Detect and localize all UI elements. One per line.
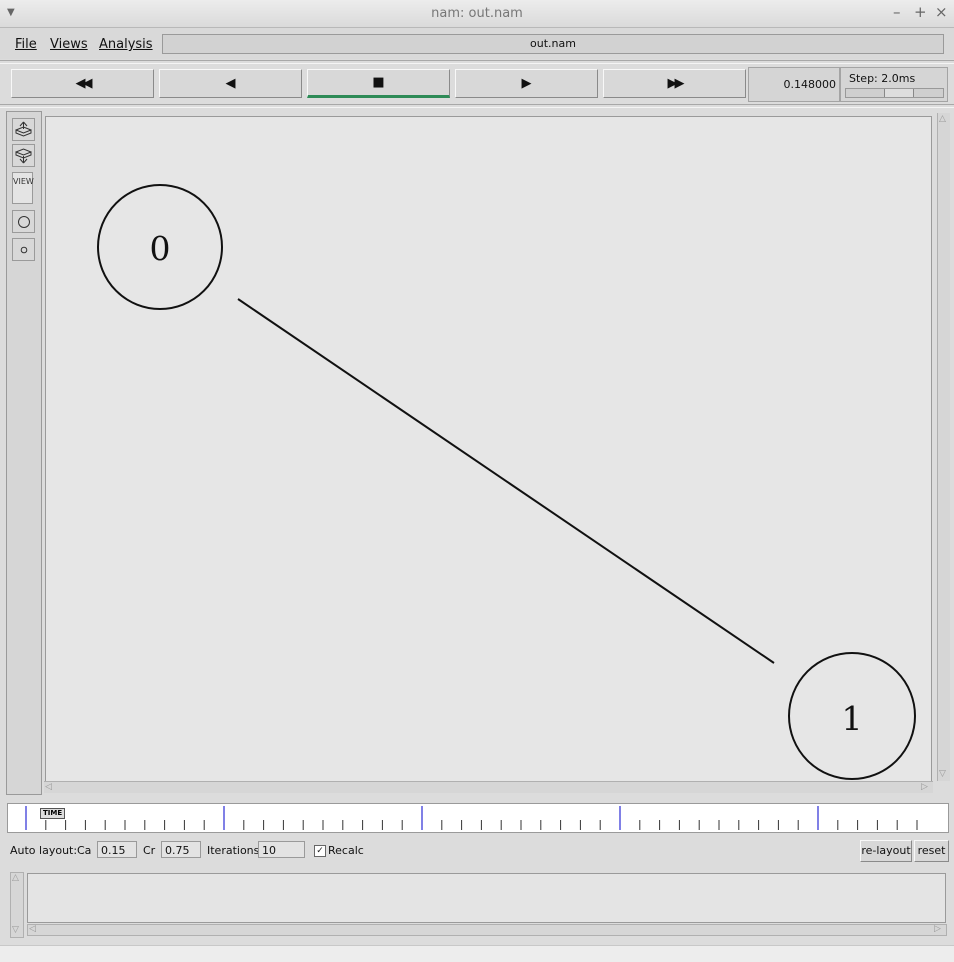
rewind-button[interactable]: ◀◀ — [11, 69, 154, 98]
network-graph: 0 1 — [97, 184, 916, 780]
current-time: 0.148000 — [783, 78, 837, 91]
stop-icon: ■ — [372, 75, 385, 90]
backward-play-button[interactable]: ◀ — [159, 69, 302, 98]
iterations-label: Iterations — [207, 844, 260, 857]
divider — [0, 60, 954, 64]
zoom-in-button[interactable] — [12, 118, 35, 141]
left-toolbar: VIEW — [6, 111, 42, 795]
node-1-label: 1 — [842, 699, 863, 738]
play-button[interactable]: ▶ — [455, 69, 598, 98]
zoom-out-button[interactable] — [12, 144, 35, 167]
scroll-right-icon[interactable]: ▷ — [921, 783, 928, 792]
node-0-label: 0 — [150, 229, 171, 268]
view-label[interactable]: VIEW — [12, 172, 34, 204]
title-bar: ▼ nam: out.nam – + × — [0, 0, 954, 28]
annotation-panel[interactable] — [27, 873, 946, 923]
stop-button[interactable]: ■ — [307, 69, 450, 98]
step-slider-thumb[interactable] — [884, 89, 914, 97]
canvas-horizontal-scrollbar[interactable]: ◁ ▷ — [44, 781, 933, 793]
auto-layout-label: Auto layout: — [10, 844, 78, 857]
close-icon[interactable]: × — [935, 4, 948, 20]
ca-input[interactable]: 0.15 — [97, 841, 137, 858]
cr-input[interactable]: 0.75 — [161, 841, 201, 858]
scroll-right-icon[interactable]: ▷ — [934, 925, 941, 934]
window-title: nam: out.nam — [431, 6, 523, 21]
step-label: Step: 2.0ms — [849, 72, 916, 85]
time-marker[interactable]: TIME — [40, 808, 66, 819]
scroll-left-icon[interactable]: ◁ — [29, 925, 36, 934]
file-name-display: out.nam — [162, 34, 944, 54]
status-bar — [0, 945, 954, 962]
zoom-out-icon — [15, 148, 32, 164]
menu-file[interactable]: File — [15, 37, 37, 52]
circle-large-icon — [17, 215, 30, 228]
timeline-slider[interactable]: TIME — [7, 803, 949, 833]
fast-forward-button[interactable]: ▶▶ — [603, 69, 746, 98]
network-canvas[interactable]: 0 1 — [45, 116, 932, 782]
reset-button[interactable]: reset — [914, 840, 949, 862]
iterations-input[interactable]: 10 — [258, 841, 305, 858]
zoom-in-icon — [15, 121, 32, 137]
small-node-button[interactable] — [12, 238, 35, 261]
menu-analysis[interactable]: Analysis — [99, 37, 153, 52]
minimize-icon[interactable]: – — [893, 4, 901, 20]
fast-forward-icon: ▶▶ — [667, 76, 685, 91]
cr-label: Cr — [143, 844, 156, 857]
large-node-button[interactable] — [12, 210, 35, 233]
scroll-down-icon[interactable]: ▽ — [939, 770, 946, 779]
play-icon: ▶ — [521, 76, 532, 91]
rewind-icon: ◀◀ — [75, 76, 93, 91]
auto-layout-bar: Auto layout: Ca 0.15 Cr 0.75 Iterations … — [0, 840, 954, 862]
annotation-vertical-scrollbar[interactable]: △ ▽ — [10, 872, 24, 938]
backward-play-icon: ◀ — [225, 76, 236, 91]
maximize-icon[interactable]: + — [914, 4, 927, 20]
scroll-down-icon[interactable]: ▽ — [12, 926, 19, 935]
scroll-up-icon[interactable]: △ — [939, 115, 946, 124]
link-0-1[interactable] — [237, 298, 775, 664]
ca-label: Ca — [77, 844, 92, 857]
scroll-up-icon[interactable]: △ — [12, 874, 19, 883]
annotation-horizontal-scrollbar[interactable]: ◁ ▷ — [27, 924, 947, 936]
divider — [0, 104, 954, 108]
timeline-ticks — [25, 806, 918, 830]
scroll-left-icon[interactable]: ◁ — [45, 783, 52, 792]
time-display: 0.148000 — [748, 67, 840, 102]
canvas-vertical-scrollbar[interactable]: △ ▽ — [937, 113, 950, 781]
circle-small-icon — [20, 246, 27, 253]
recalc-checkbox[interactable]: ✓ — [314, 845, 326, 857]
menu-views[interactable]: Views — [50, 37, 88, 52]
step-control: Step: 2.0ms — [840, 67, 948, 102]
recalc-label: Recalc — [328, 844, 364, 857]
step-slider[interactable] — [845, 88, 944, 98]
relayout-button[interactable]: re-layout — [860, 840, 912, 862]
